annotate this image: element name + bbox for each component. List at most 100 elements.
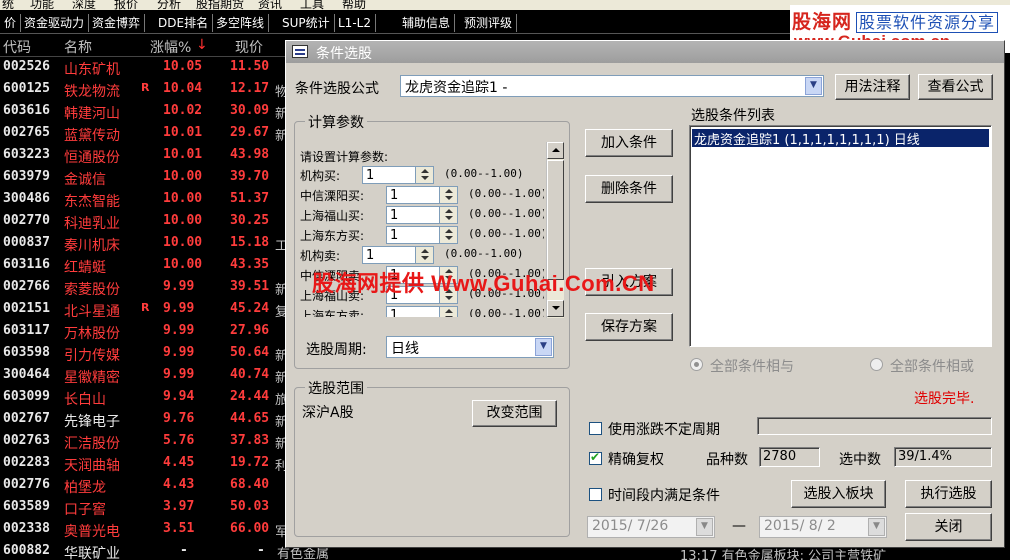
radio-and-label[interactable]: 全部条件相与	[710, 356, 794, 376]
table-row[interactable]: 603598 引力传媒 9.99 50.64 新	[0, 343, 300, 365]
dialog-titlebar[interactable]: 条件选股	[286, 41, 1004, 63]
spinner-arrows-icon[interactable]	[439, 227, 457, 243]
spinner-arrows-icon[interactable]	[439, 207, 457, 223]
table-row[interactable]: 002151 北斗星通 R 9.99 45.24 复	[0, 299, 300, 321]
table-row[interactable]: 603116 红蜻蜓 10.00 43.35	[0, 255, 300, 277]
radio-or-label[interactable]: 全部条件相或	[890, 356, 974, 376]
stock-name: 铁龙物流	[64, 84, 120, 100]
save-scheme-button[interactable]: 保存方案	[585, 313, 673, 341]
menu-item[interactable]: 分析	[157, 0, 181, 10]
col-code[interactable]: 代码	[3, 37, 31, 57]
table-row[interactable]: 603223 恒通股份 10.01 43.98	[0, 145, 300, 167]
param-spinner[interactable]: 1	[362, 166, 434, 184]
stock-pct: 9.76	[163, 411, 195, 426]
toolbar-tab[interactable]: 资金博弈	[88, 14, 146, 32]
table-row[interactable]: 603589 口子窖 3.97 50.03	[0, 497, 300, 519]
radio-and[interactable]	[690, 358, 703, 371]
formula-combo[interactable]: 龙虎资金追踪1 - ▼	[400, 75, 824, 97]
toolbar-tab[interactable]: 资金驱动力	[20, 14, 90, 32]
radio-or[interactable]	[870, 358, 883, 371]
table-row[interactable]: 002770 科迪乳业 10.00 30.25	[0, 211, 300, 233]
exact-rights-label[interactable]: 精确复权	[608, 449, 664, 469]
table-row[interactable]: 002526 山东矿机 10.05 11.50	[0, 57, 300, 79]
table-row[interactable]: 603616 韩建河山 10.02 30.09 新	[0, 101, 300, 123]
toolbar-tab[interactable]: 多空阵线	[212, 14, 270, 32]
stock-name: 恒通股份	[64, 150, 120, 166]
select-to-block-button[interactable]: 选股入板块	[791, 480, 886, 508]
table-row[interactable]: 300486 东杰智能 10.00 51.37	[0, 189, 300, 211]
col-name[interactable]: 名称	[64, 37, 92, 57]
spinner-arrows-icon[interactable]	[415, 247, 433, 263]
table-row[interactable]: 002766 索菱股份 9.99 39.51 新	[0, 277, 300, 299]
stock-name: 金诚信	[64, 172, 106, 188]
close-button[interactable]: 关闭	[905, 513, 992, 541]
condition-list-item[interactable]: 龙虎资金追踪1 (1,1,1,1,1,1,1,1) 日线	[692, 129, 989, 148]
toolbar-tab[interactable]: 预测评级	[460, 14, 518, 32]
param-spinner[interactable]: 1	[386, 226, 458, 244]
stock-pct: 3.97	[163, 499, 195, 514]
table-row[interactable]: 002338 奥普光电 3.51 66.00 军	[0, 519, 300, 541]
stock-code: 002765	[3, 125, 50, 140]
variable-period-checkbox[interactable]	[589, 422, 602, 435]
change-range-button[interactable]: 改变范围	[472, 400, 557, 427]
spinner-arrows-icon[interactable]	[415, 167, 433, 183]
toolbar-tab[interactable]: 价	[0, 14, 22, 32]
stock-code: 603979	[3, 169, 50, 184]
usage-notes-button[interactable]: 用法注释	[835, 74, 910, 100]
menu-item[interactable]: 股指期货	[196, 0, 244, 10]
toolbar-tab[interactable]: DDE排名	[154, 14, 214, 32]
scroll-thumb[interactable]	[547, 160, 564, 280]
param-spinner[interactable]: 1	[386, 186, 458, 204]
table-row[interactable]: 002765 蓝黛传动 10.01 29.67 新	[0, 123, 300, 145]
param-spinner[interactable]: 1	[386, 306, 458, 317]
view-formula-button[interactable]: 查看公式	[918, 74, 993, 100]
toolbar-tab[interactable]: SUP统计	[278, 14, 335, 32]
stock-code: 603223	[3, 147, 50, 162]
toolbar-tab[interactable]: 辅助信息	[398, 14, 456, 32]
table-row[interactable]: 603099 长白山 9.94 24.44 旅	[0, 387, 300, 409]
delete-condition-button[interactable]: 删除条件	[585, 175, 673, 203]
run-select-button[interactable]: 执行选股	[905, 480, 992, 508]
date-separator: —	[732, 518, 746, 534]
param-row: 上海东方卖: 1 (0.00--1.00)	[300, 306, 544, 317]
time-range-checkbox[interactable]	[589, 488, 602, 501]
spinner-arrows-icon[interactable]	[439, 307, 457, 317]
col-price[interactable]: 现价	[235, 37, 263, 57]
table-row[interactable]: 002767 先锋电子 9.76 44.65 新	[0, 409, 300, 431]
table-row[interactable]: 000837 秦川机床 10.00 15.18 工	[0, 233, 300, 255]
col-pct[interactable]: 涨幅%	[150, 37, 191, 57]
spinner-arrows-icon[interactable]	[439, 187, 457, 203]
table-row[interactable]: 002283 天润曲轴 4.45 19.72 利	[0, 453, 300, 475]
exact-rights-checkbox[interactable]	[589, 450, 602, 465]
table-row[interactable]: 600882 华联矿业 - - 有色金属	[0, 541, 329, 560]
time-range-label[interactable]: 时间段内满足条件	[608, 485, 720, 505]
param-range: (0.00--1.00)	[468, 207, 544, 220]
menu-item[interactable]: 深度	[72, 0, 96, 10]
menu-item[interactable]: 报价	[114, 0, 138, 10]
menu-item[interactable]: 资讯	[258, 0, 282, 10]
menu-item[interactable]: 功能	[30, 0, 54, 10]
period-combo[interactable]: 日线 ▼	[386, 336, 554, 358]
param-spinner[interactable]: 1	[386, 206, 458, 224]
table-row[interactable]: 600125 铁龙物流 R 10.04 12.17 物	[0, 79, 300, 101]
table-row[interactable]: 300464 星徽精密 9.99 40.74 新	[0, 365, 300, 387]
menu-item[interactable]: 统	[2, 0, 14, 10]
add-condition-button[interactable]: 加入条件	[585, 129, 673, 157]
bottom-text: 有色金属板块: 公司主营铁矿	[721, 549, 887, 560]
table-row[interactable]: 002776 柏堡龙 4.43 68.40	[0, 475, 300, 497]
variable-period-label[interactable]: 使用涨跌不定周期	[608, 419, 720, 439]
chevron-down-icon[interactable]: ▼	[805, 77, 822, 95]
table-row[interactable]: 603979 金诚信 10.00 39.70	[0, 167, 300, 189]
param-spinner[interactable]: 1	[362, 246, 434, 264]
chevron-down-icon[interactable]: ▼	[535, 338, 552, 356]
stock-name: 星徽精密	[64, 370, 120, 386]
toolbar-tab[interactable]: L1-L2	[334, 14, 376, 32]
menu-item[interactable]: 工具	[300, 0, 324, 10]
condition-list[interactable]: 龙虎资金追踪1 (1,1,1,1,1,1,1,1) 日线	[689, 125, 992, 347]
menu-item[interactable]: 帮助	[342, 0, 366, 10]
table-row[interactable]: 002763 汇洁股份 5.76 37.83 新	[0, 431, 300, 453]
table-row[interactable]: 603117 万林股份 9.99 27.96	[0, 321, 300, 343]
scroll-up-icon[interactable]	[547, 142, 564, 159]
stock-price: 45.24	[230, 301, 270, 316]
scroll-down-icon[interactable]	[547, 300, 564, 317]
